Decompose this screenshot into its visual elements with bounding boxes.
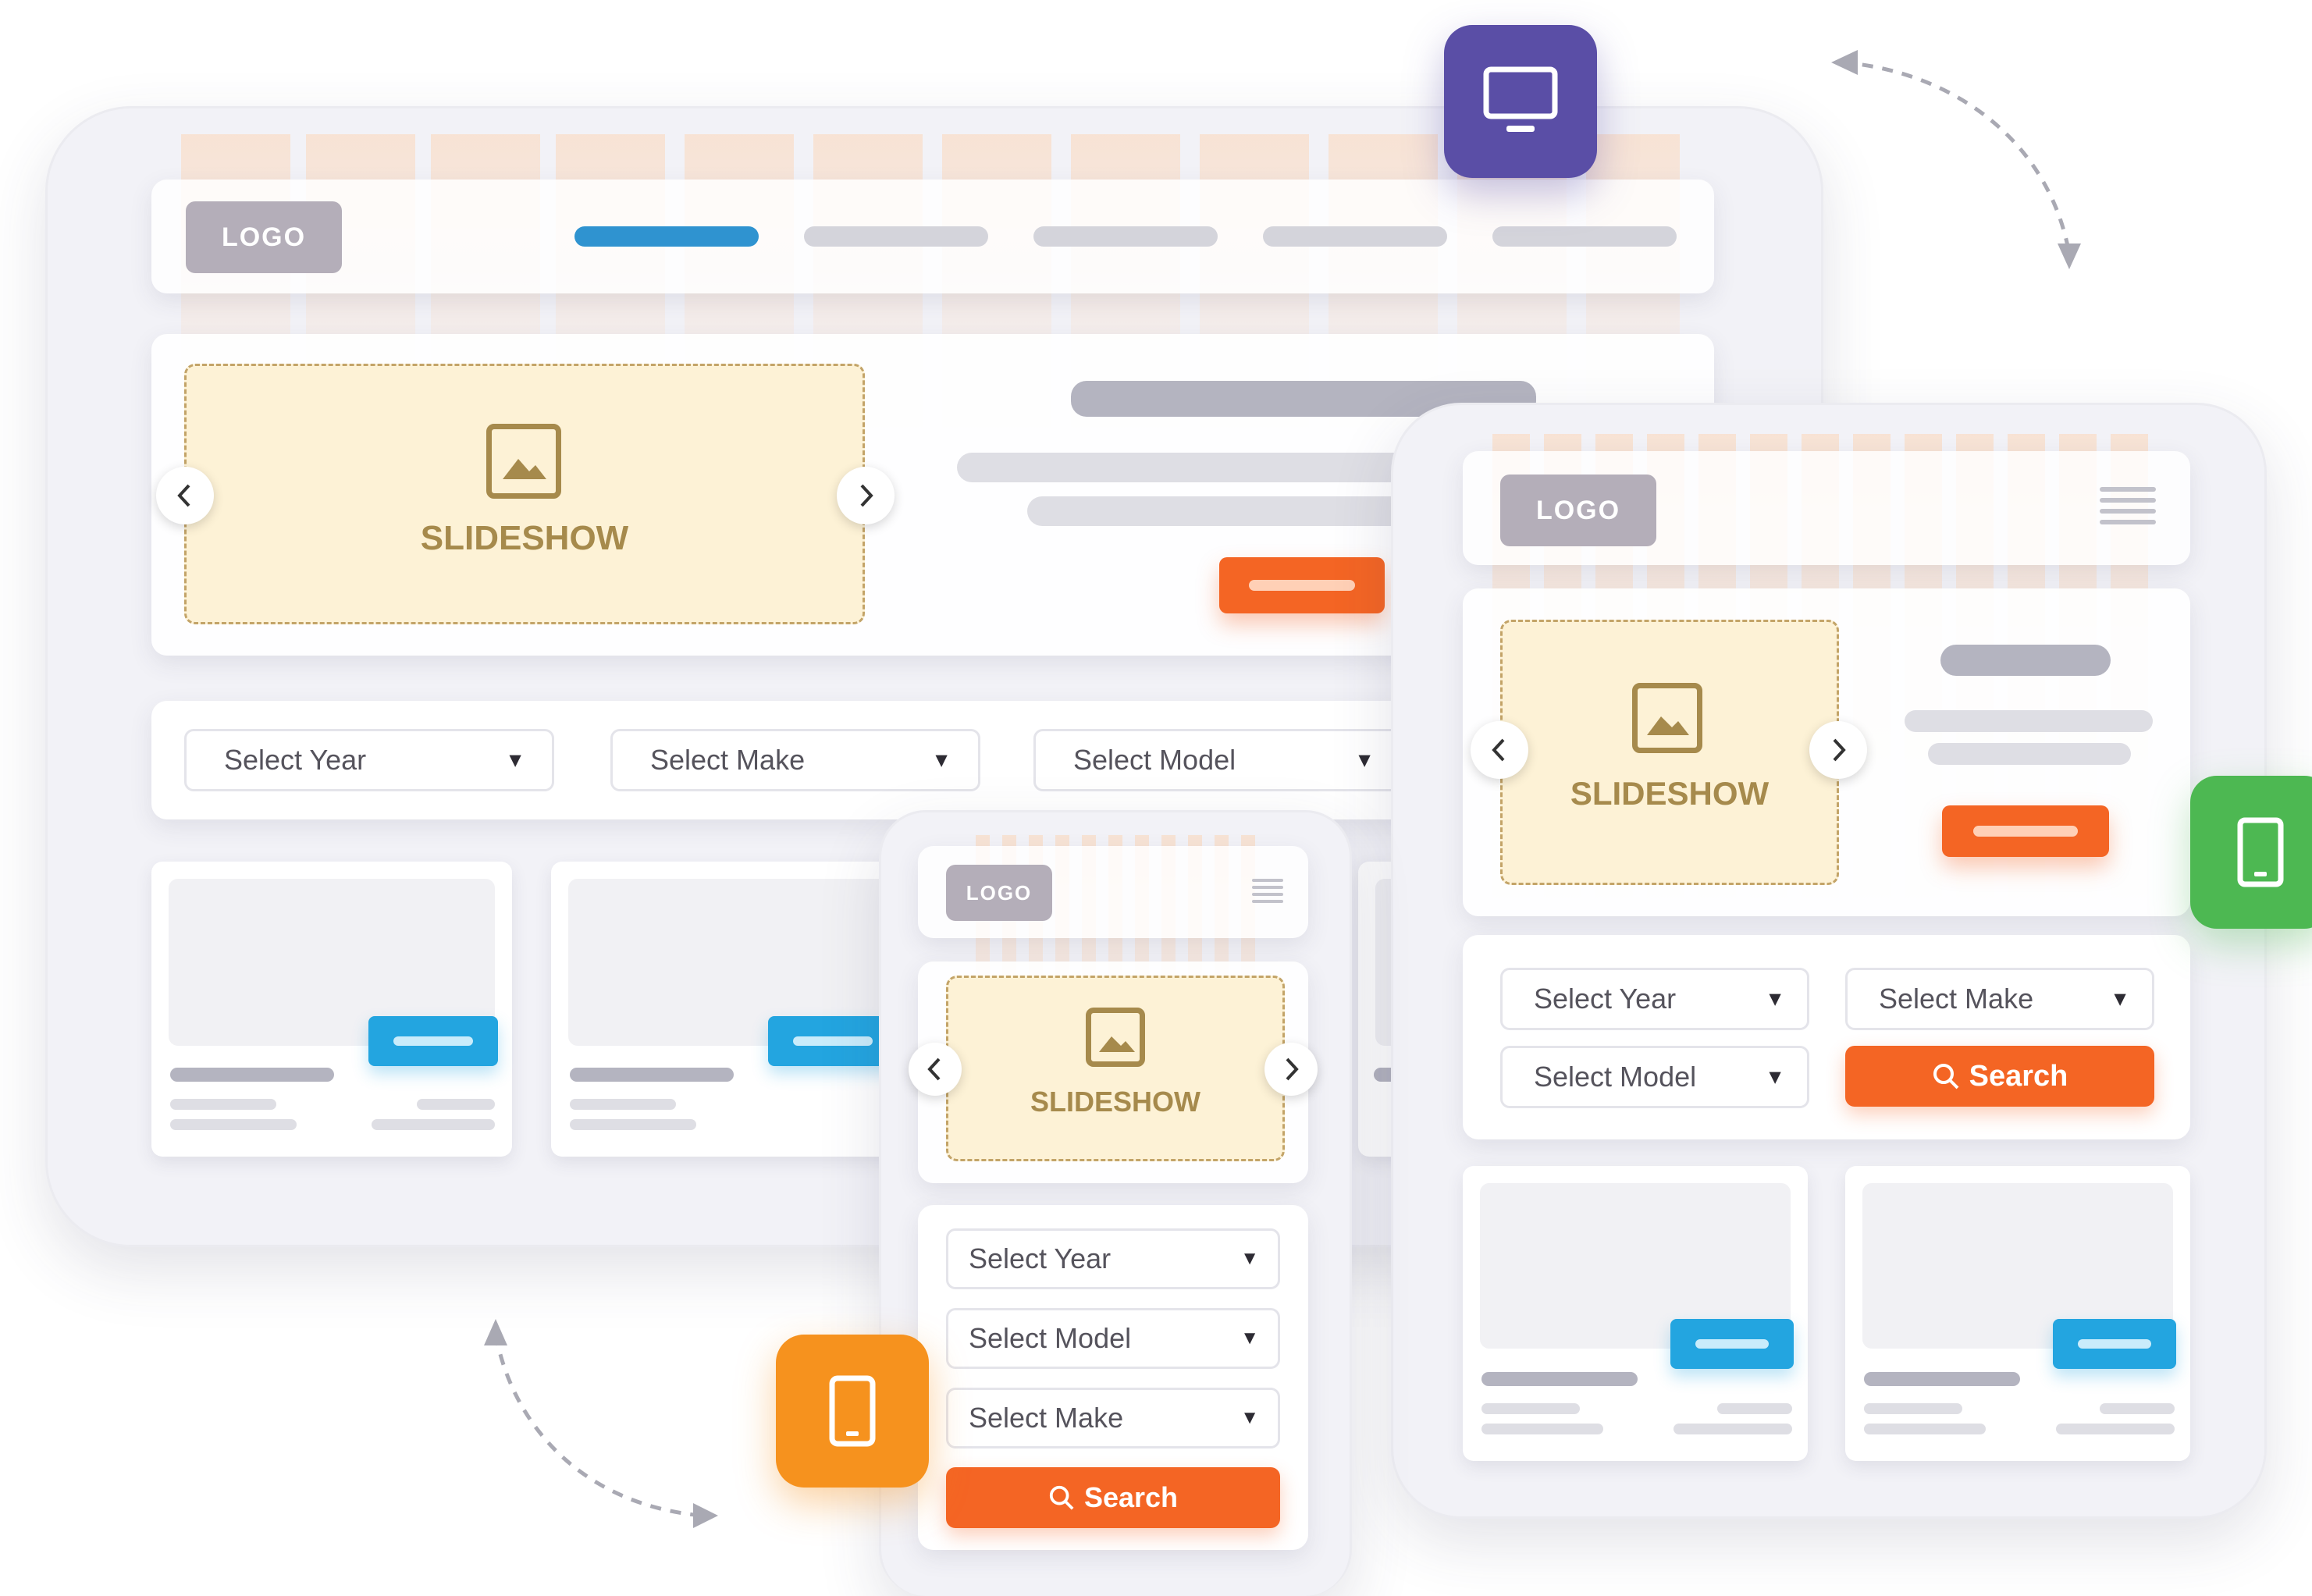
tablet-select-model[interactable]: Select Model ▼ bbox=[1500, 1046, 1809, 1108]
monitor-icon bbox=[1483, 66, 1558, 132]
caret-down-icon: ▼ bbox=[1765, 986, 1785, 1011]
caret-down-icon: ▼ bbox=[1240, 1248, 1259, 1269]
desktop-select-model[interactable]: Select Model ▼ bbox=[1033, 729, 1403, 791]
search-icon bbox=[1933, 1064, 1959, 1089]
image-icon bbox=[486, 424, 561, 499]
tablet-device-badge bbox=[2190, 776, 2312, 929]
desktop-header: LOGO bbox=[151, 180, 1714, 293]
image-icon bbox=[1632, 683, 1702, 753]
hamburger-icon[interactable] bbox=[1252, 879, 1283, 907]
tablet-hero-text-line bbox=[1928, 743, 2131, 765]
product-button[interactable] bbox=[2053, 1319, 2176, 1369]
tablet-search-button[interactable]: Search bbox=[1845, 1046, 2154, 1107]
tablet-slideshow[interactable]: SLIDESHOW bbox=[1500, 620, 1839, 885]
desktop-product-card[interactable] bbox=[151, 862, 512, 1157]
desktop-nav-item[interactable] bbox=[1492, 226, 1677, 247]
tablet-product-card[interactable] bbox=[1463, 1166, 1808, 1461]
mobile-slideshow[interactable]: SLIDESHOW bbox=[946, 976, 1285, 1161]
search-icon bbox=[1049, 1485, 1074, 1510]
rotate-arrow-top-right bbox=[1831, 50, 2081, 269]
tablet-slideshow-next[interactable] bbox=[1809, 721, 1867, 779]
mobile-select-year[interactable]: Select Year ▼ bbox=[946, 1228, 1280, 1289]
rotate-arrow-bottom-left bbox=[484, 1319, 718, 1528]
mobile-select-make[interactable]: Select Make ▼ bbox=[946, 1388, 1280, 1448]
tablet-select-make[interactable]: Select Make ▼ bbox=[1845, 968, 2154, 1030]
tablet-hero-title bbox=[1940, 645, 2111, 676]
caret-down-icon: ▼ bbox=[1240, 1328, 1259, 1349]
desktop-hero-cta-button[interactable] bbox=[1219, 557, 1385, 613]
desktop-nav-item[interactable] bbox=[1033, 226, 1218, 247]
tablet-filter-panel: Select Year ▼ Select Make ▼ Select Model ▼ … bbox=[1463, 935, 2190, 1139]
mobile-search-button[interactable]: Search bbox=[946, 1467, 1280, 1528]
hamburger-icon[interactable] bbox=[2100, 487, 2156, 531]
tablet-icon bbox=[2237, 817, 2284, 887]
desktop-nav-item[interactable] bbox=[1263, 226, 1447, 247]
image-icon bbox=[1086, 1008, 1145, 1067]
mobile-filter-panel: Select Year ▼ Select Model ▼ Select Make ▼ … bbox=[918, 1205, 1308, 1550]
tablet-header: LOGO bbox=[1463, 451, 2190, 565]
tablet-hero-cta-button[interactable] bbox=[1942, 805, 2109, 857]
desktop-slideshow[interactable]: SLIDESHOW bbox=[184, 364, 865, 624]
product-button[interactable] bbox=[368, 1016, 498, 1066]
desktop-logo[interactable]: LOGO bbox=[186, 201, 342, 273]
mobile-device-badge bbox=[776, 1335, 929, 1488]
tablet-logo[interactable]: LOGO bbox=[1500, 475, 1656, 546]
caret-down-icon: ▼ bbox=[505, 748, 525, 772]
tablet-hero-text-line bbox=[1905, 710, 2153, 732]
caret-down-icon: ▼ bbox=[1240, 1407, 1259, 1428]
tablet-slideshow-prev[interactable] bbox=[1471, 721, 1528, 779]
mobile-logo[interactable]: LOGO bbox=[946, 865, 1052, 921]
desktop-nav-item[interactable] bbox=[804, 226, 988, 247]
mobile-hero: SLIDESHOW bbox=[918, 962, 1308, 1183]
desktop-select-make[interactable]: Select Make ▼ bbox=[610, 729, 980, 791]
caret-down-icon: ▼ bbox=[2110, 986, 2130, 1011]
desktop-device-badge bbox=[1444, 25, 1597, 178]
mobile-icon bbox=[829, 1375, 876, 1447]
desktop-product-card[interactable] bbox=[551, 862, 912, 1157]
tablet-select-year[interactable]: Select Year ▼ bbox=[1500, 968, 1809, 1030]
tablet-slideshow-label: SLIDESHOW bbox=[1570, 775, 1770, 812]
caret-down-icon: ▼ bbox=[1354, 748, 1375, 772]
desktop-slideshow-prev[interactable] bbox=[156, 467, 214, 524]
tablet-product-card[interactable] bbox=[1845, 1166, 2190, 1461]
mobile-slideshow-label: SLIDESHOW bbox=[1030, 1086, 1200, 1118]
product-button[interactable] bbox=[1670, 1319, 1794, 1369]
desktop-slideshow-next[interactable] bbox=[837, 467, 895, 524]
mobile-select-model[interactable]: Select Model ▼ bbox=[946, 1308, 1280, 1369]
desktop-nav-item-active[interactable] bbox=[574, 226, 759, 247]
caret-down-icon: ▼ bbox=[931, 748, 951, 772]
mobile-header: LOGO bbox=[918, 846, 1308, 938]
desktop-select-year[interactable]: Select Year ▼ bbox=[184, 729, 554, 791]
caret-down-icon: ▼ bbox=[1765, 1065, 1785, 1089]
mobile-slideshow-next[interactable] bbox=[1264, 1043, 1318, 1096]
desktop-slideshow-label: SLIDESHOW bbox=[420, 519, 629, 557]
mobile-slideshow-prev[interactable] bbox=[909, 1043, 962, 1096]
